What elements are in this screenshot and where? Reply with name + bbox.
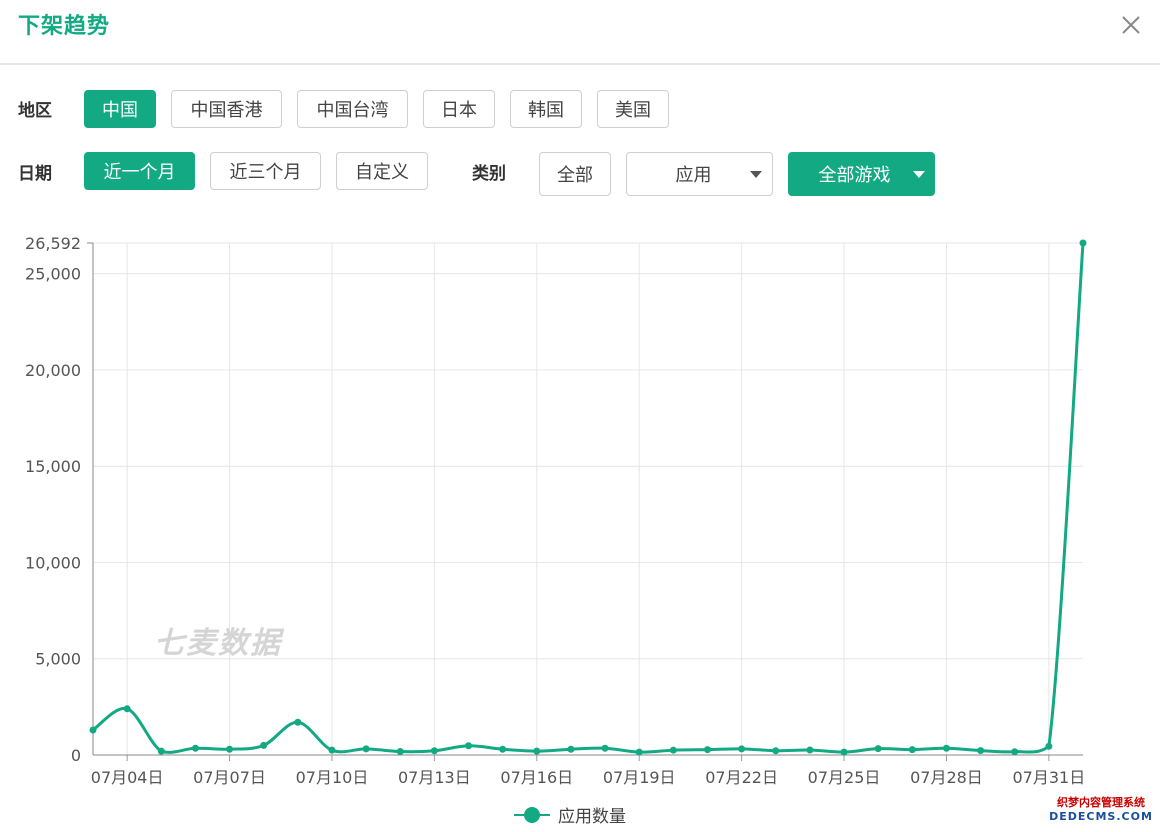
date-last-three-months-button[interactable]: 近三个月: [210, 152, 321, 190]
data-point[interactable]: [942, 744, 950, 752]
region-china-button[interactable]: 中国: [84, 90, 156, 128]
x-tick-label: 07月28日: [910, 768, 983, 787]
x-tick-label: 07月13日: [398, 768, 471, 787]
x-tick-label: 07月19日: [603, 768, 676, 787]
region-taiwan-button[interactable]: 中国台湾: [297, 90, 408, 128]
data-point[interactable]: [362, 745, 370, 753]
data-point[interactable]: [430, 747, 438, 755]
data-point[interactable]: [669, 746, 677, 754]
modal-title: 下架趋势: [18, 14, 111, 39]
y-tick-label: 0: [71, 746, 81, 765]
date-label: 日期: [18, 164, 52, 184]
data-point[interactable]: [294, 718, 302, 726]
category-label: 类别: [472, 164, 506, 184]
legend-label: 应用数量: [558, 807, 626, 827]
trend-chart: 0 5,000 10,000 15,000 20,000 25,000 26,592 07月…: [25, 234, 1087, 787]
game-select-value: 全部游戏: [818, 165, 891, 186]
category-select-value: 应用: [675, 165, 712, 186]
data-point[interactable]: [908, 746, 916, 754]
data-point[interactable]: [260, 741, 268, 749]
data-point[interactable]: [1079, 239, 1087, 247]
data-point[interactable]: [499, 745, 507, 753]
corner-logo: 织梦内容管理系统 DEDECMS.COM: [1048, 796, 1154, 826]
corner-logo-line1: 织梦内容管理系统: [1057, 796, 1145, 809]
y-tick-label: 5,000: [35, 650, 81, 669]
data-point[interactable]: [396, 748, 404, 756]
region-label: 地区: [18, 101, 52, 121]
chevron-down-icon[interactable]: [913, 170, 925, 178]
data-point[interactable]: [1011, 748, 1019, 756]
region-japan-button[interactable]: 日本: [423, 90, 495, 128]
data-point[interactable]: [703, 746, 711, 754]
x-tick-label: 07月04日: [91, 768, 164, 787]
game-select-button[interactable]: 全部游戏: [788, 152, 935, 196]
data-point[interactable]: [533, 747, 541, 755]
y-tick-label: 25,000: [25, 265, 81, 284]
data-point[interactable]: [191, 744, 199, 752]
data-point[interactable]: [738, 745, 746, 753]
x-tick-label: 07月25日: [808, 768, 881, 787]
data-point[interactable]: [465, 742, 473, 750]
data-point[interactable]: [840, 748, 848, 756]
data-point[interactable]: [226, 745, 234, 753]
data-point[interactable]: [123, 705, 131, 713]
date-custom-button[interactable]: 自定义: [336, 152, 428, 190]
x-tick-label: 07月10日: [296, 768, 369, 787]
y-tick-label: 10,000: [25, 553, 81, 572]
legend-swatch: [514, 806, 550, 824]
data-point[interactable]: [772, 747, 780, 755]
region-usa-button[interactable]: 美国: [597, 90, 669, 128]
y-tick-label: 26,592: [25, 234, 81, 253]
watermark: 七麦数据: [154, 626, 282, 661]
data-point[interactable]: [1045, 742, 1053, 750]
data-point[interactable]: [89, 726, 97, 734]
x-tick-label: 07月22日: [705, 768, 778, 787]
data-point[interactable]: [806, 746, 814, 754]
corner-logo-line2: DEDECMS.COM: [1049, 810, 1153, 823]
data-point[interactable]: [635, 748, 643, 756]
header-divider: [0, 63, 1160, 65]
category-all-button[interactable]: 全部: [539, 152, 611, 196]
data-point[interactable]: [601, 744, 609, 752]
y-tick-label: 15,000: [25, 457, 81, 476]
x-tick-label: 07月07日: [193, 768, 266, 787]
data-point[interactable]: [977, 747, 985, 755]
y-tick-label: 20,000: [25, 361, 81, 380]
date-last-month-button[interactable]: 近一个月: [84, 152, 195, 190]
series-line-app-count: [92, 242, 1085, 754]
chart-legend[interactable]: 应用数量: [514, 802, 626, 827]
category-select[interactable]: 应用: [626, 152, 773, 196]
data-point[interactable]: [567, 745, 575, 753]
data-point[interactable]: [328, 746, 336, 754]
chevron-down-icon: [750, 170, 762, 178]
data-point[interactable]: [874, 745, 882, 753]
x-tick-label: 07月31日: [1012, 768, 1085, 787]
x-tick-label: 07月16日: [500, 768, 573, 787]
data-point[interactable]: [157, 747, 165, 755]
region-korea-button[interactable]: 韩国: [510, 90, 582, 128]
region-hongkong-button[interactable]: 中国香港: [171, 90, 282, 128]
close-icon[interactable]: [1118, 12, 1144, 38]
